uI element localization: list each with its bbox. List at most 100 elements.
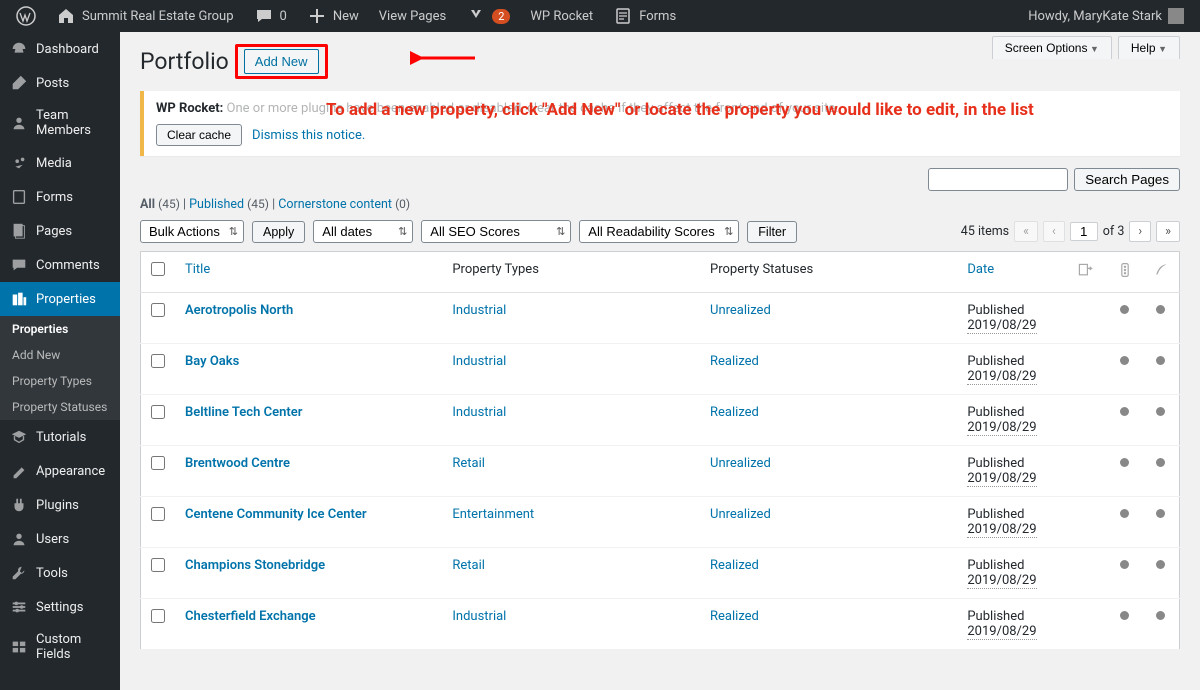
prev-page-button[interactable]: ‹ (1043, 221, 1065, 242)
view-all[interactable]: All (140, 197, 155, 212)
wp-logo[interactable] (8, 0, 44, 32)
row-title-link[interactable]: Brentwood Centre (185, 456, 290, 471)
menu-item-comments[interactable]: Comments (0, 248, 120, 282)
col-title[interactable]: Title (185, 262, 210, 277)
menu-item-appearance[interactable]: Appearance (0, 454, 120, 488)
menu-item-plugins[interactable]: Plugins (0, 488, 120, 522)
menu-label: Plugins (36, 498, 79, 513)
menu-label: Tools (36, 566, 68, 581)
row-checkbox[interactable] (151, 354, 165, 368)
seo-score-dot (1120, 407, 1129, 416)
current-page-input[interactable] (1070, 222, 1098, 241)
menu-item-properties[interactable]: Properties (0, 282, 120, 316)
admin-bar: Summit Real Estate Group 0 New View Page… (0, 0, 1200, 32)
forms-link[interactable]: Forms (605, 0, 684, 32)
first-page-button[interactable]: « (1014, 221, 1038, 242)
seo-score-dot (1120, 509, 1129, 518)
pages-icon (10, 222, 28, 240)
search-pages-button[interactable]: Search Pages (1074, 168, 1180, 191)
dismiss-notice-link[interactable]: Dismiss this notice. (252, 128, 365, 143)
menu-item-forms[interactable]: Forms (0, 180, 120, 214)
row-checkbox[interactable] (151, 558, 165, 572)
table-row: Brentwood CentreRetailUnrealizedPublishe… (141, 446, 1180, 497)
menu-item-users[interactable]: Users (0, 522, 120, 556)
readability-score-dot (1156, 611, 1165, 620)
view-published[interactable]: Published (189, 197, 244, 212)
row-checkbox[interactable] (151, 507, 165, 521)
menu-item-posts[interactable]: Posts (0, 66, 120, 100)
property-type-link[interactable]: Industrial (452, 303, 506, 318)
seo-score-dot (1120, 560, 1129, 569)
submenu-item-add-new[interactable]: Add New (0, 342, 120, 368)
menu-item-team-members[interactable]: Team Members (0, 100, 120, 146)
property-type-link[interactable]: Industrial (452, 354, 506, 369)
property-type-link[interactable]: Entertainment (452, 507, 534, 522)
property-type-link[interactable]: Industrial (452, 609, 506, 624)
row-date: 2019/08/29 (967, 420, 1036, 436)
row-title-link[interactable]: Champions Stonebridge (185, 558, 325, 573)
row-title-link[interactable]: Centene Community Ice Center (185, 507, 367, 522)
menu-label: Custom Fields (36, 632, 112, 662)
menu-item-dashboard[interactable]: Dashboard (0, 32, 120, 66)
clear-cache-button[interactable]: Clear cache (156, 124, 242, 146)
readability-score-dot (1156, 305, 1165, 314)
property-status-link[interactable]: Realized (710, 354, 759, 369)
seo-select[interactable]: All SEO Scores (421, 220, 571, 243)
property-type-link[interactable]: Retail (452, 558, 485, 573)
property-status-link[interactable]: Realized (710, 405, 759, 420)
property-status-link[interactable]: Realized (710, 609, 759, 624)
property-status-link[interactable]: Unrealized (710, 303, 771, 318)
site-name[interactable]: Summit Real Estate Group (48, 0, 242, 32)
forms-icon (613, 6, 633, 26)
comments-link[interactable]: 0 (246, 0, 295, 32)
menu-item-media[interactable]: Media (0, 146, 120, 180)
readability-score-dot (1156, 509, 1165, 518)
row-checkbox[interactable] (151, 405, 165, 419)
next-page-button[interactable]: › (1129, 221, 1151, 242)
menu-item-tools[interactable]: Tools (0, 556, 120, 590)
search-input[interactable] (928, 168, 1068, 191)
apply-button[interactable]: Apply (252, 221, 305, 243)
property-status-link[interactable]: Unrealized (710, 507, 771, 522)
row-title-link[interactable]: Bay Oaks (185, 354, 239, 369)
dates-select[interactable]: All dates (313, 220, 413, 243)
col-type: Property Types (442, 252, 700, 293)
page-title: Portfolio (140, 48, 229, 75)
property-status-link[interactable]: Realized (710, 558, 759, 573)
property-type-link[interactable]: Industrial (452, 405, 506, 420)
row-date: 2019/08/29 (967, 318, 1036, 334)
menu-item-pages[interactable]: Pages (0, 214, 120, 248)
table-row: Aerotropolis NorthIndustrialUnrealizedPu… (141, 293, 1180, 344)
new-content[interactable]: New (299, 0, 367, 32)
bulk-actions-select[interactable]: Bulk Actions (140, 220, 244, 243)
select-all-checkbox[interactable] (151, 262, 165, 276)
forms-icon (10, 188, 28, 206)
row-title-link[interactable]: Chesterfield Exchange (185, 609, 316, 624)
submenu-item-property-statuses[interactable]: Property Statuses (0, 394, 120, 420)
property-type-link[interactable]: Retail (452, 456, 485, 471)
row-checkbox[interactable] (151, 609, 165, 623)
row-checkbox[interactable] (151, 303, 165, 317)
submenu-item-property-types[interactable]: Property Types (0, 368, 120, 394)
my-account[interactable]: Howdy, MaryKate Stark (1020, 0, 1192, 32)
readability-select[interactable]: All Readability Scores (579, 220, 739, 243)
yoast-link[interactable]: 2 (458, 0, 518, 32)
col-date[interactable]: Date (967, 262, 994, 277)
view-pages[interactable]: View Pages (371, 0, 454, 32)
view-cornerstone[interactable]: Cornerstone content (278, 197, 392, 212)
submenu-item-properties[interactable]: Properties (0, 316, 120, 342)
property-status-link[interactable]: Unrealized (710, 456, 771, 471)
row-title-link[interactable]: Aerotropolis North (185, 303, 293, 318)
menu-item-settings[interactable]: Settings (0, 590, 120, 624)
last-page-button[interactable]: » (1156, 221, 1180, 242)
menu-item-custom-fields[interactable]: Custom Fields (0, 624, 120, 670)
comments-icon (10, 256, 28, 274)
menu-item-tutorials[interactable]: Tutorials (0, 420, 120, 454)
row-checkbox[interactable] (151, 456, 165, 470)
row-title-link[interactable]: Beltline Tech Center (185, 405, 302, 420)
filter-button[interactable]: Filter (747, 221, 797, 243)
row-date: 2019/08/29 (967, 573, 1036, 589)
add-new-button[interactable]: Add New (244, 49, 319, 74)
wp-rocket-link[interactable]: WP Rocket (522, 0, 601, 32)
row-date: 2019/08/29 (967, 522, 1036, 538)
